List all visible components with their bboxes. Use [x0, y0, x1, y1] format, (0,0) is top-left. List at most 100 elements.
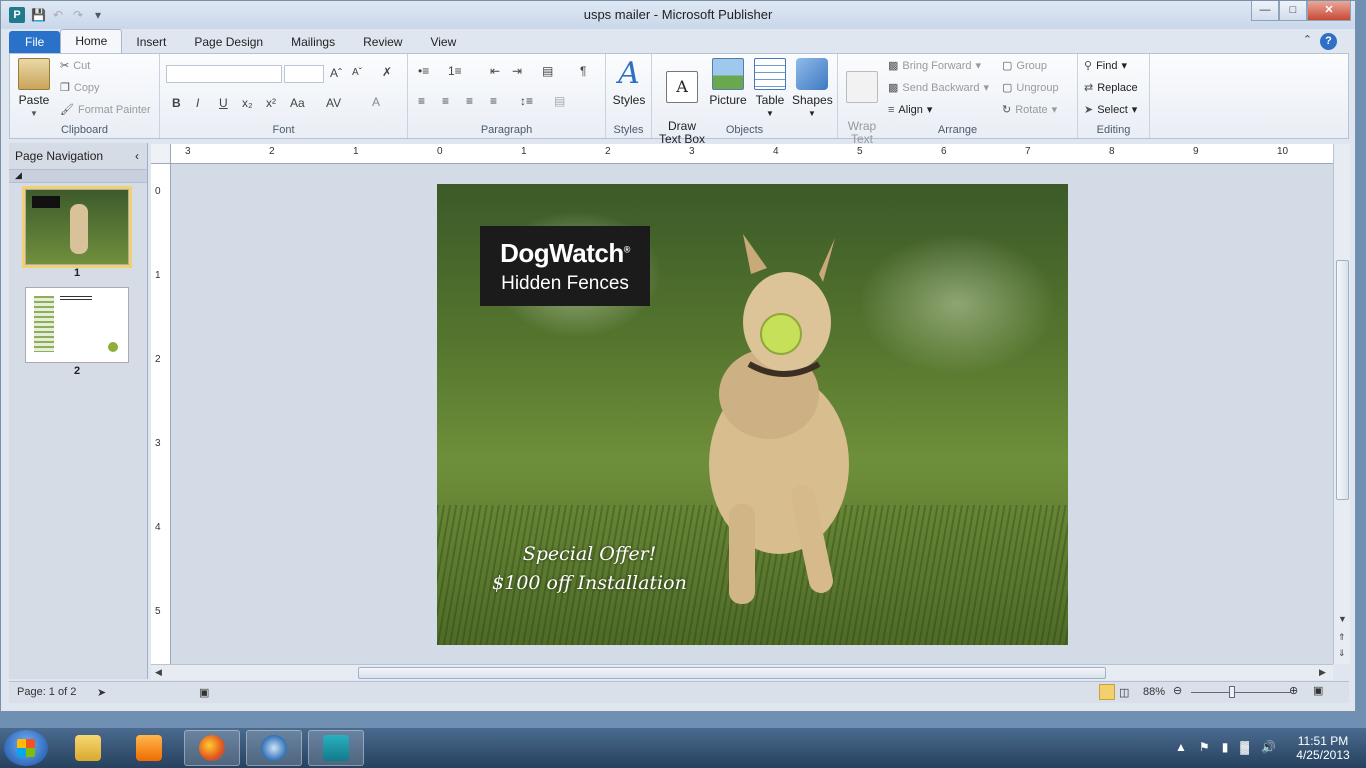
fit-page-icon[interactable]: ▣: [1313, 684, 1323, 697]
zoom-in-icon[interactable]: ⊕: [1289, 684, 1298, 697]
zoom-out-icon[interactable]: ⊖: [1173, 684, 1182, 697]
volume-icon[interactable]: 🔊: [1261, 740, 1276, 754]
copy-button[interactable]: ❐ Copy: [60, 81, 100, 95]
align-icon: ≡: [888, 103, 895, 116]
help-icon[interactable]: ?: [1320, 33, 1337, 50]
shapes-button[interactable]: Shapes ▼: [792, 58, 833, 120]
format-painter-button[interactable]: 🖌 Format Painter: [60, 103, 151, 117]
tab-view[interactable]: View: [416, 31, 470, 53]
next-page-icon[interactable]: ⇓: [1338, 648, 1346, 659]
ungroup-button[interactable]: ▢ Ungroup: [1002, 81, 1059, 95]
zoom-slider-track[interactable]: [1191, 692, 1291, 693]
zoom-level[interactable]: 88%: [1143, 686, 1165, 698]
horizontal-scroll-thumb[interactable]: [358, 667, 1106, 679]
columns-icon[interactable]: ▤: [542, 64, 553, 78]
cut-button[interactable]: ✂ Cut: [60, 59, 90, 73]
group-button[interactable]: ▢ Group: [1002, 59, 1047, 73]
send-backward-button[interactable]: ▩ Send Backward ▾: [888, 81, 989, 95]
page-thumbnail-1[interactable]: 1: [22, 186, 132, 279]
increase-indent-icon[interactable]: ⇥: [512, 64, 522, 78]
collapse-pane-icon[interactable]: ‹: [135, 143, 139, 169]
start-button[interactable]: [4, 730, 48, 766]
section-expander[interactable]: ◢: [9, 169, 147, 183]
tab-file[interactable]: File: [9, 31, 61, 53]
publication-page[interactable]: DogWatch® Hidden Fences Special Offer! $…: [437, 184, 1068, 645]
minimize-button[interactable]: —: [1251, 1, 1279, 21]
battery-icon[interactable]: ▮: [1222, 740, 1229, 754]
bold-icon[interactable]: B: [172, 96, 181, 110]
bring-forward-button[interactable]: ▩ Bring Forward ▾: [888, 59, 981, 73]
italic-icon[interactable]: I: [196, 96, 199, 110]
font-family-combo[interactable]: [166, 65, 282, 83]
clear-formatting-icon[interactable]: ✗: [382, 65, 392, 79]
horizontal-ruler[interactable]: 3 2 1 0 1 2 3 4 5 6 7 8 9 10: [171, 144, 1333, 164]
single-page-view-icon[interactable]: [1099, 684, 1115, 700]
grow-font-icon[interactable]: Aˆ: [330, 66, 342, 80]
previous-page-icon[interactable]: ⇑: [1338, 632, 1346, 643]
zoom-slider-handle[interactable]: [1229, 686, 1235, 698]
maximize-button[interactable]: □: [1279, 1, 1307, 21]
taskbar-thunderbird[interactable]: [246, 730, 302, 766]
close-button[interactable]: ✕: [1307, 1, 1351, 21]
clock[interactable]: 11:51 PM 4/25/2013: [1288, 734, 1358, 762]
rotate-button[interactable]: ↻ Rotate ▾: [1002, 103, 1057, 117]
taskbar-explorer[interactable]: [60, 730, 116, 766]
align-button[interactable]: ≡ Align ▾: [888, 103, 932, 117]
network-signal-icon[interactable]: ▓: [1240, 740, 1249, 754]
find-button[interactable]: ⚲ Find ▾: [1084, 59, 1127, 73]
taskbar-firefox[interactable]: [184, 730, 240, 766]
shading-icon[interactable]: ▤: [554, 94, 565, 108]
select-button[interactable]: ➤ Select ▾: [1084, 103, 1137, 117]
show-formatting-icon[interactable]: ¶: [580, 64, 586, 78]
horizontal-scrollbar[interactable]: ◀ ▶: [151, 664, 1333, 680]
page-thumbnail-2[interactable]: 2: [23, 287, 131, 377]
styles-button[interactable]: A Styles: [610, 58, 648, 107]
table-button[interactable]: Table ▼: [752, 58, 788, 120]
character-spacing-icon[interactable]: AV: [326, 96, 341, 110]
document-canvas[interactable]: DogWatch® Hidden Fences Special Offer! $…: [171, 164, 1333, 664]
page-indicator[interactable]: Page: 1 of 2: [17, 686, 76, 698]
decrease-indent-icon[interactable]: ⇤: [490, 64, 500, 78]
line-spacing-icon[interactable]: ↕≡: [520, 94, 533, 108]
minimize-ribbon-icon[interactable]: ⌃: [1303, 33, 1312, 50]
taskbar-media-player[interactable]: [121, 730, 177, 766]
align-left-icon[interactable]: ≡: [418, 94, 425, 108]
ruler-tick-label: 4: [155, 522, 161, 533]
vertical-ruler[interactable]: 0 1 2 3 4 5: [151, 164, 171, 664]
align-right-icon[interactable]: ≡: [466, 94, 473, 108]
numbering-icon[interactable]: 1≡: [448, 64, 462, 78]
tab-insert[interactable]: Insert: [122, 31, 180, 53]
vertical-scrollbar[interactable]: ▼ ⇑ ⇓: [1333, 144, 1350, 664]
show-hidden-icons-icon[interactable]: ▲: [1175, 740, 1187, 754]
font-color-icon[interactable]: A: [372, 95, 380, 109]
shapes-dropdown-icon: ▼: [808, 109, 816, 118]
font-size-combo[interactable]: [284, 65, 324, 83]
replace-button[interactable]: ⇄ Replace: [1084, 81, 1138, 95]
underline-icon[interactable]: U: [219, 96, 228, 110]
tab-page-design[interactable]: Page Design: [180, 31, 277, 53]
tab-home[interactable]: Home: [60, 29, 123, 53]
scroll-right-arrow-icon[interactable]: ▶: [1319, 667, 1326, 678]
shrink-font-icon[interactable]: Aˇ: [352, 67, 362, 78]
action-center-flag-icon[interactable]: ⚑: [1199, 740, 1210, 754]
vertical-scroll-thumb[interactable]: [1336, 260, 1349, 500]
offer-text-box[interactable]: Special Offer! $100 off Installation: [477, 540, 702, 598]
send-backward-icon: ▩: [888, 82, 899, 94]
scroll-down-arrow-icon[interactable]: ▼: [1338, 614, 1347, 624]
tab-review[interactable]: Review: [349, 31, 416, 53]
justify-icon[interactable]: ≡: [490, 94, 497, 108]
superscript-icon[interactable]: x²: [266, 96, 276, 110]
table-label: Table: [755, 93, 785, 107]
paste-button[interactable]: Paste ▼: [16, 58, 52, 120]
bullets-icon[interactable]: •≡: [418, 64, 429, 78]
picture-button[interactable]: Picture: [708, 58, 748, 107]
two-page-view-icon[interactable]: ◫: [1119, 686, 1129, 699]
scroll-left-arrow-icon[interactable]: ◀: [155, 667, 162, 678]
change-case-icon[interactable]: Aa: [290, 96, 305, 110]
align-center-icon[interactable]: ≡: [442, 94, 449, 108]
picture-icon: [712, 58, 744, 90]
taskbar-publisher[interactable]: [308, 730, 364, 766]
tab-mailings[interactable]: Mailings: [277, 31, 349, 53]
subscript-icon[interactable]: x₂: [242, 96, 253, 110]
dogwatch-logo[interactable]: DogWatch® Hidden Fences: [480, 226, 650, 306]
